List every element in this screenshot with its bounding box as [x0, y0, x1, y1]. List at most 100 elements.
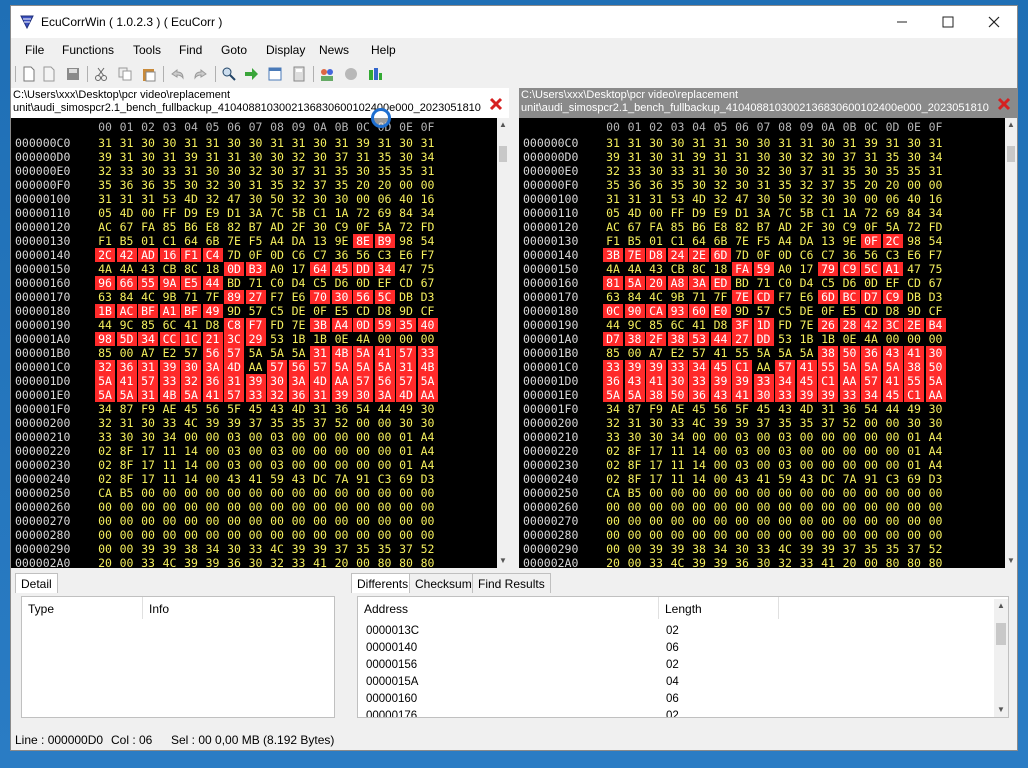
hex-byte[interactable]: 00 — [375, 528, 395, 542]
hex-byte[interactable]: E6 — [797, 290, 817, 304]
hex-byte[interactable]: 91 — [861, 472, 881, 486]
hex-byte[interactable]: 00 — [904, 514, 924, 528]
menu-help[interactable]: Help — [371, 43, 396, 57]
hex-byte[interactable]: 00 — [332, 458, 352, 472]
hex-byte-diff[interactable]: 31 — [396, 360, 416, 374]
hex-byte[interactable]: 30 — [711, 164, 731, 178]
hex-byte[interactable]: D4 — [289, 276, 309, 290]
hex-byte[interactable]: 0D — [267, 248, 287, 262]
hex-byte[interactable]: D8 — [711, 318, 731, 332]
hex-byte-diff[interactable]: 34 — [374, 262, 395, 276]
hex-byte[interactable]: 00 — [418, 500, 438, 514]
hex-byte[interactable]: 30 — [904, 136, 924, 150]
hex-byte[interactable]: 11 — [668, 444, 688, 458]
hex-byte[interactable]: 00 — [289, 458, 309, 472]
hex-byte[interactable]: 30 — [160, 136, 180, 150]
hex-byte-diff[interactable]: 3B — [310, 318, 330, 332]
hex-byte[interactable]: 05 — [95, 206, 115, 220]
hex-byte[interactable]: FD — [775, 318, 795, 332]
hex-byte-diff[interactable]: AA — [331, 374, 352, 388]
hex-byte[interactable]: 00 — [840, 528, 860, 542]
hex-byte[interactable]: 47 — [396, 262, 416, 276]
diff-row-address[interactable]: 0000013C — [366, 625, 419, 637]
hex-byte[interactable]: 7F — [711, 290, 731, 304]
hex-byte[interactable]: 53 — [668, 192, 688, 206]
hex-byte[interactable]: 4A — [625, 262, 645, 276]
hex-byte[interactable]: E5 — [840, 304, 860, 318]
hex-byte[interactable]: 35 — [160, 178, 180, 192]
hex-byte[interactable]: 4D — [181, 192, 201, 206]
hex-byte[interactable]: C9 — [840, 220, 860, 234]
hex-byte[interactable]: 36 — [646, 178, 666, 192]
hex-byte[interactable]: 35 — [332, 178, 352, 192]
hex-byte[interactable]: 00 — [775, 500, 795, 514]
hex-byte-diff[interactable]: B9 — [374, 234, 395, 248]
hex-byte[interactable]: 00 — [353, 528, 373, 542]
hex-byte[interactable]: 00 — [775, 486, 795, 500]
diff-list[interactable]: Address Length 0000013C 02 00000140 06 0… — [357, 596, 1009, 718]
hex-byte[interactable]: 00 — [289, 486, 309, 500]
hex-byte[interactable]: 35 — [375, 150, 395, 164]
hex-byte[interactable]: 31 — [418, 136, 438, 150]
hex-byte[interactable]: 00 — [818, 514, 838, 528]
hex-byte[interactable]: 69 — [904, 472, 924, 486]
hex-byte[interactable]: 31 — [181, 164, 201, 178]
hex-byte[interactable]: 44 — [883, 402, 903, 416]
hex-byte-diff[interactable]: 50 — [925, 360, 946, 374]
detail-list[interactable]: Type Info — [21, 596, 335, 718]
hex-byte[interactable]: 31 — [117, 192, 137, 206]
hex-byte[interactable]: 35 — [332, 164, 352, 178]
hex-byte[interactable]: 00 — [646, 206, 666, 220]
hex-byte-diff[interactable]: 3A — [202, 360, 223, 374]
hex-byte[interactable]: 01 — [396, 458, 416, 472]
hex-byte-diff[interactable]: 4D — [224, 360, 244, 374]
hex-byte-diff[interactable]: 41 — [116, 374, 137, 388]
hex-byte[interactable]: AC — [95, 220, 115, 234]
hex-byte[interactable]: 00 — [353, 514, 373, 528]
hex-byte[interactable]: 0D — [775, 248, 795, 262]
hex-byte[interactable]: 30 — [818, 220, 838, 234]
hex-byte[interactable]: 01 — [904, 444, 924, 458]
hex-byte[interactable]: 7C — [267, 206, 287, 220]
hex-byte[interactable]: 05 — [603, 206, 623, 220]
hex-byte[interactable]: 00 — [181, 514, 201, 528]
hex-byte[interactable]: 31 — [117, 150, 137, 164]
hex-byte[interactable]: 00 — [181, 430, 201, 444]
hex-byte[interactable]: 31 — [181, 136, 201, 150]
hex-byte-diff[interactable]: 89 — [224, 290, 244, 304]
hex-byte[interactable]: 00 — [224, 500, 244, 514]
hex-byte[interactable]: C1 — [668, 234, 688, 248]
hex-byte[interactable]: 4D — [797, 402, 817, 416]
hex-byte[interactable]: 31 — [883, 136, 903, 150]
hex-byte[interactable]: 00 — [203, 528, 223, 542]
hex-byte[interactable]: 41 — [689, 318, 709, 332]
hex-byte[interactable]: 39 — [203, 416, 223, 430]
hex-byte[interactable]: 43 — [646, 262, 666, 276]
hex-byte[interactable]: C1 — [818, 206, 838, 220]
hex-byte[interactable]: 31 — [117, 416, 137, 430]
hex-byte[interactable]: 80 — [926, 556, 946, 568]
hex-byte[interactable]: 00 — [861, 556, 881, 568]
hex-byte-diff[interactable]: 64 — [310, 262, 330, 276]
hex-byte[interactable]: 31 — [310, 402, 330, 416]
diff-row-address[interactable]: 00000140 — [366, 642, 417, 654]
hex-byte[interactable]: 0E — [332, 332, 352, 346]
hex-byte[interactable]: CB — [668, 262, 688, 276]
hex-byte-diff[interactable]: 16 — [159, 248, 180, 262]
hex-byte[interactable]: 9E — [332, 234, 352, 248]
hex-byte-diff[interactable]: 5A — [331, 360, 352, 374]
scroll-thumb[interactable] — [1007, 146, 1015, 162]
hex-byte[interactable]: 00 — [840, 514, 860, 528]
hex-byte[interactable]: 00 — [267, 514, 287, 528]
hex-byte[interactable]: 75 — [926, 262, 946, 276]
hex-byte[interactable]: 35 — [904, 164, 924, 178]
hex-byte[interactable]: 69 — [883, 206, 903, 220]
hex-byte[interactable]: C7 — [310, 248, 330, 262]
hex-byte-diff[interactable]: 6D — [710, 248, 731, 262]
hex-byte-diff[interactable]: 41 — [796, 360, 817, 374]
close-window-button[interactable] — [971, 6, 1017, 38]
hex-byte-diff[interactable]: 39 — [710, 374, 731, 388]
hex-byte[interactable]: 4A — [353, 332, 373, 346]
hex-byte-diff[interactable]: C8 — [224, 318, 244, 332]
hex-byte[interactable]: 4C — [181, 416, 201, 430]
